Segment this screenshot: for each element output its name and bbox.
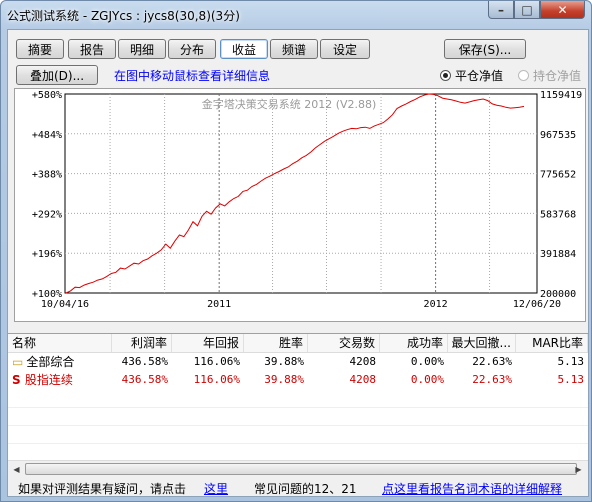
x-tick-label: 10/04/16 [41, 299, 89, 310]
radio-selected-icon [440, 70, 451, 81]
column-header[interactable]: 年回报 [172, 334, 244, 352]
chart-watermark: 金字塔决策交易系统 2012 (V2.88) [202, 97, 377, 111]
client-area: 摘要 报告 明细 分布 收益 频谱 设定 保存(S)... 叠加(D)... 在… [7, 29, 589, 497]
row-name: ▭ 全部综合 [12, 355, 75, 369]
column-header[interactable]: 最大回撤... [448, 334, 516, 352]
footer: 如果对评测结果有疑问，请点击 这里 常见问题的12、21 点这里看报告名词术语的… [8, 480, 588, 496]
radio-hold-label: 持仓净值 [533, 69, 582, 83]
left-tick-label: +292% [32, 209, 62, 220]
radio-hold-value[interactable]: 持仓净值 [518, 67, 581, 84]
tab-detail[interactable]: 明细 [118, 39, 166, 59]
column-header[interactable]: 交易数 [308, 334, 380, 352]
table-cell: 22.63% [472, 373, 512, 386]
footer-faq: 常见问题的12、21 [254, 482, 357, 496]
table-header: 名称 利润率 年回报 胜率 交易数 成功率 最大回撤... MAR比率 [8, 334, 588, 353]
table-row[interactable]: ▭ 全部综合 436.58% 116.06% 39.88% 4208 0.00% 22.63%… [8, 353, 588, 371]
table-cell: 4208 [349, 373, 377, 386]
close-button[interactable]: ✕ [540, 1, 585, 19]
app-window: 公式测试系统 - ZGJYcs : jycs8(30,8)(3分) – □ ✕ … [0, 0, 592, 502]
results-table[interactable]: 名称 利润率 年回报 胜率 交易数 成功率 最大回撤... MAR比率 ▭ 全部综合 436.58… [8, 333, 588, 464]
table-cell: 0.00% [410, 373, 444, 386]
table-cell: 5.13 [557, 373, 585, 386]
footer-glossary-link[interactable]: 点这里看报告名词术语的详细解释 [382, 480, 562, 497]
minimize-icon: – [498, 2, 504, 17]
column-header[interactable]: 成功率 [380, 334, 448, 352]
tab-report[interactable]: 报告 [68, 39, 116, 59]
scroll-left-icon[interactable]: ◀ [9, 462, 24, 476]
series-marker-icon: S [12, 373, 25, 387]
maximize-button[interactable]: □ [514, 1, 540, 19]
scroll-right-icon[interactable]: ▶ [571, 462, 586, 476]
folder-icon: ▭ [12, 355, 24, 369]
minimize-button[interactable]: – [488, 1, 514, 19]
table-cell: 0.00% [410, 355, 444, 368]
tab-distribution[interactable]: 分布 [168, 39, 216, 59]
column-header[interactable]: 名称 [8, 334, 112, 352]
chart-hint: 在图中移动鼠标查看详细信息 [114, 69, 271, 83]
table-cell: 39.88% [264, 355, 304, 368]
left-tick-label: +484% [32, 130, 62, 141]
table-cell: 436.58% [121, 355, 168, 368]
title-bar[interactable]: 公式测试系统 - ZGJYcs : jycs8(30,8)(3分) – □ ✕ [1, 1, 591, 29]
table-cell: 22.63% [472, 355, 512, 368]
column-header[interactable]: MAR比率 [516, 334, 588, 352]
x-tick-label: 12/06/20 [513, 299, 561, 310]
x-tick-label: 2011 [207, 299, 231, 310]
table-cell: 116.06% [193, 373, 240, 386]
window-title: 公式测试系统 - ZGJYcs : jycs8(30,8)(3分) [7, 9, 240, 23]
tab-summary[interactable]: 摘要 [16, 39, 64, 59]
maximize-icon: □ [521, 2, 533, 17]
scroll-thumb[interactable] [25, 463, 577, 475]
table-cell: 436.58% [121, 373, 168, 386]
tab-settings[interactable]: 设定 [320, 39, 370, 59]
column-header[interactable]: 利润率 [112, 334, 172, 352]
left-tick-label: +388% [32, 170, 62, 181]
tab-returns[interactable]: 收益 [220, 39, 268, 59]
right-tick-label: 775652 [540, 170, 576, 181]
x-tick-label: 2012 [424, 299, 448, 310]
right-tick-label: 583768 [540, 209, 576, 220]
table-row[interactable]: S 股指连续 436.58% 116.06% 39.88% 4208 0.00% 22.63… [8, 371, 588, 389]
row-divider [8, 425, 588, 426]
equity-chart[interactable]: +580% 1159419 +484% 967535 +388% 775652 +292% 5… [14, 88, 586, 322]
close-icon: ✕ [557, 2, 568, 17]
right-tick-label: 391884 [540, 249, 576, 260]
radio-close-label: 平仓净值 [455, 69, 504, 83]
right-tick-label: 967535 [540, 130, 576, 141]
row-divider [8, 407, 588, 408]
right-tick-label: 1159419 [540, 90, 582, 101]
radio-unselected-icon [518, 70, 529, 81]
table-cell: 116.06% [193, 355, 240, 368]
row-divider [8, 443, 588, 444]
tab-spectrum[interactable]: 频谱 [270, 39, 318, 59]
footer-question: 如果对评测结果有疑问，请点击 [18, 482, 187, 496]
left-tick-label: +580% [32, 90, 62, 101]
overlay-button[interactable]: 叠加(D)... [16, 65, 98, 85]
horizontal-scrollbar[interactable]: ◀ ▶ [8, 460, 588, 477]
equity-chart-svg[interactable]: +580% 1159419 +484% 967535 +388% 775652 +292% 5… [15, 89, 585, 321]
column-header[interactable]: 胜率 [244, 334, 308, 352]
table-cell: 5.13 [557, 355, 585, 368]
left-tick-label: +196% [32, 249, 62, 260]
save-button[interactable]: 保存(S)... [444, 39, 526, 59]
footer-here-link[interactable]: 这里 [204, 480, 228, 497]
table-cell: 4208 [349, 355, 377, 368]
row-name: S 股指连续 [12, 373, 73, 387]
table-cell: 39.88% [264, 373, 304, 386]
radio-close-value[interactable]: 平仓净值 [440, 67, 503, 84]
